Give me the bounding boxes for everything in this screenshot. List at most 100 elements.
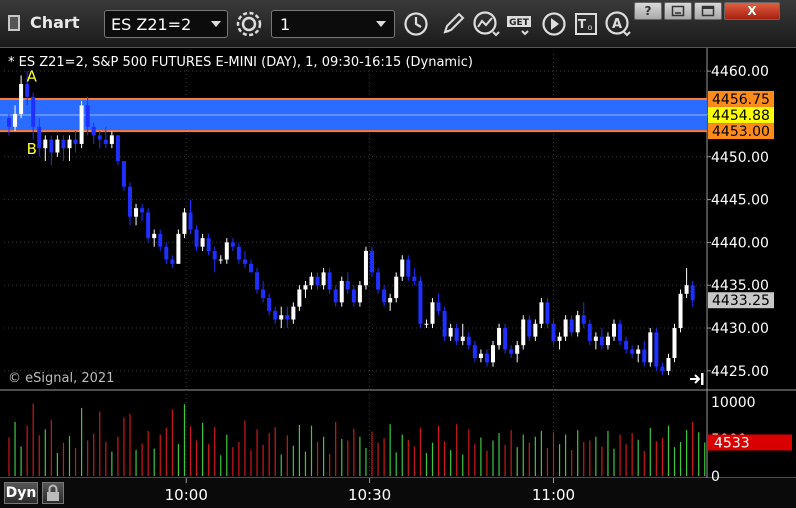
candle <box>261 280 266 303</box>
candle-body <box>285 315 290 320</box>
candle <box>624 336 629 354</box>
chart-panel[interactable]: 4460.004455.004450.004445.004440.004435.… <box>0 48 796 508</box>
candle <box>605 332 610 350</box>
candle <box>315 272 320 290</box>
candle-body <box>442 310 447 337</box>
dynamic-mode-button[interactable]: Dyn <box>4 482 38 504</box>
candle <box>146 208 151 243</box>
candle <box>31 92 36 140</box>
candle <box>587 319 592 346</box>
candle-body <box>472 345 477 359</box>
candle <box>267 293 272 316</box>
candle-body <box>406 259 411 277</box>
price-band <box>0 97 707 133</box>
maximize-button[interactable] <box>694 2 722 20</box>
candle-body <box>684 285 689 294</box>
candle <box>339 276 344 307</box>
candle-body <box>545 302 550 324</box>
price-tick-label: 4435.00 <box>711 278 769 294</box>
settings-button[interactable] <box>234 9 264 39</box>
text-tool-button[interactable]: T o <box>571 9 601 39</box>
candle-body <box>261 289 266 299</box>
symbol-value: ES Z21=2 <box>111 14 192 34</box>
candle-body <box>291 306 296 320</box>
candle <box>242 250 247 269</box>
candle-body <box>557 336 562 341</box>
price-tick-label: 4430.00 <box>711 321 769 337</box>
play-button[interactable] <box>539 9 569 39</box>
candle <box>285 306 290 329</box>
time-tick-label: 11:00 <box>532 486 575 504</box>
chart-canvas[interactable]: 4460.004455.004450.004445.004440.004435.… <box>0 48 796 508</box>
candle-body <box>303 285 308 290</box>
candle <box>97 131 102 149</box>
candle-body <box>636 349 641 354</box>
last-price-tag: 4433.25 <box>708 292 774 309</box>
get-data-button[interactable]: GET <box>505 9 535 39</box>
candle <box>436 293 441 316</box>
candle <box>79 101 84 149</box>
candle-body <box>49 139 54 153</box>
help-button[interactable]: ? <box>634 2 662 20</box>
candle-body <box>509 349 514 354</box>
close-button[interactable]: X <box>724 2 780 20</box>
candle-body <box>255 272 260 290</box>
candle-body <box>333 289 338 303</box>
candle-body <box>460 336 465 341</box>
candle <box>460 323 465 346</box>
candle <box>569 315 574 337</box>
candle-body <box>503 328 508 350</box>
candle <box>363 246 368 290</box>
draw-button[interactable] <box>438 9 468 39</box>
candle <box>672 323 677 363</box>
candle <box>194 225 199 251</box>
candle-body <box>7 118 11 127</box>
last-price-tag-label: 4433.25 <box>712 293 770 309</box>
candle <box>345 272 350 294</box>
interval-selector[interactable]: 1 <box>271 10 395 38</box>
price-tick-label: 4450.00 <box>711 150 769 166</box>
candle-body <box>146 212 151 239</box>
symbol-selector[interactable]: ES Z21=2 <box>104 10 228 38</box>
alert-button[interactable]: A <box>604 9 634 39</box>
candle-body <box>527 319 532 337</box>
candle-body <box>37 126 42 149</box>
time-button[interactable] <box>401 9 431 39</box>
candle-body <box>61 139 66 149</box>
candle-body <box>230 242 235 247</box>
scroll-to-end-icon[interactable] <box>688 371 706 387</box>
time-tick-label: 10:30 <box>348 486 391 504</box>
lock-icon[interactable] <box>42 482 64 504</box>
alert-icon: A <box>605 11 631 37</box>
candle <box>200 233 205 251</box>
chart-toolbar: Chart ES Z21=2 1 GET T o A ? X <box>0 0 796 48</box>
candle-body <box>128 186 132 217</box>
candle <box>406 255 411 281</box>
candle <box>618 319 623 346</box>
candle-body <box>575 315 580 333</box>
candle-body <box>484 353 489 363</box>
candle-body <box>273 310 278 320</box>
candle <box>19 75 24 119</box>
volume-tick-label: 10000 <box>711 395 756 411</box>
candle <box>170 255 175 269</box>
candle-body <box>345 280 350 290</box>
candle-body <box>551 323 556 341</box>
candle <box>382 285 387 307</box>
candle-body <box>339 280 344 303</box>
band-upper-tag: 4456.75 <box>708 90 774 108</box>
candle <box>164 242 169 264</box>
indicators-button[interactable] <box>472 9 502 39</box>
candle-body <box>363 250 368 286</box>
candle <box>684 268 689 299</box>
candle <box>678 289 683 333</box>
candle-body <box>515 345 520 354</box>
candle <box>515 340 520 363</box>
candle-body <box>581 315 586 324</box>
candle <box>115 135 120 166</box>
candle <box>551 319 556 346</box>
restore-button[interactable] <box>664 2 692 20</box>
time-tick-label: 10:00 <box>165 486 208 504</box>
candle-body <box>164 246 169 260</box>
candle <box>176 229 181 264</box>
